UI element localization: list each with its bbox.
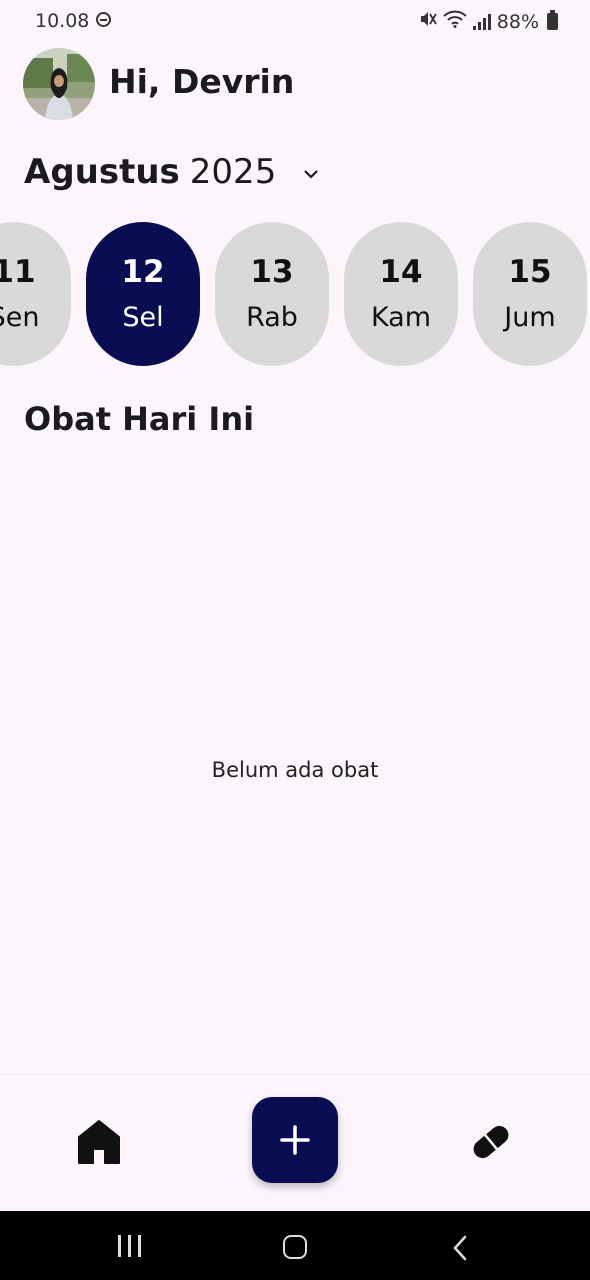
battery-level: 88% xyxy=(496,10,539,33)
home-icon[interactable] xyxy=(77,1119,121,1165)
empty-state-text: Belum ada obat xyxy=(211,758,379,782)
avatar[interactable] xyxy=(23,48,95,120)
system-nav-bar xyxy=(0,1211,590,1280)
month-label: Agustus xyxy=(24,152,180,192)
add-medicine-button[interactable] xyxy=(252,1097,338,1183)
day-number: 11 xyxy=(0,254,36,290)
system-home-icon[interactable] xyxy=(283,1235,307,1259)
signal-icon xyxy=(472,13,491,30)
day-name: Sen xyxy=(0,302,40,333)
day-number: 13 xyxy=(250,254,294,290)
mute-icon xyxy=(419,10,437,33)
day-number: 12 xyxy=(121,254,165,290)
do-not-disturb-icon xyxy=(96,12,111,27)
back-icon[interactable] xyxy=(452,1235,468,1265)
day-strip[interactable]: 11 Sen 12 Sel 13 Rab 14 Kam 15 Jum xyxy=(0,222,590,366)
recent-apps-icon[interactable] xyxy=(118,1235,141,1257)
day-name: Rab xyxy=(246,302,298,333)
day-chip-11[interactable]: 11 Sen xyxy=(0,222,71,366)
day-chip-14[interactable]: 14 Kam xyxy=(344,222,458,366)
year-label: 2025 xyxy=(189,152,277,192)
day-chip-13[interactable]: 13 Rab xyxy=(215,222,329,366)
greeting-title: Hi, Devrin xyxy=(109,62,295,101)
day-chip-15[interactable]: 15 Jum xyxy=(473,222,587,366)
day-number: 14 xyxy=(379,254,423,290)
day-chip-12-selected[interactable]: 12 Sel xyxy=(86,222,200,366)
day-name: Kam xyxy=(370,302,432,333)
pill-icon[interactable] xyxy=(468,1119,514,1165)
bottom-nav xyxy=(0,1074,590,1212)
status-time: 10.08 xyxy=(35,10,90,32)
chevron-down-icon[interactable] xyxy=(302,165,320,184)
plus-icon xyxy=(280,1125,310,1155)
status-bar: 10.08 88% xyxy=(0,0,590,46)
day-name: Sel xyxy=(122,302,164,333)
section-title: Obat Hari Ini xyxy=(24,400,255,438)
day-name: Jum xyxy=(504,302,556,333)
wifi-icon xyxy=(443,10,467,33)
day-number: 15 xyxy=(508,254,552,290)
battery-icon xyxy=(547,10,558,30)
month-selector[interactable]: Agustus 2025 xyxy=(24,152,320,192)
